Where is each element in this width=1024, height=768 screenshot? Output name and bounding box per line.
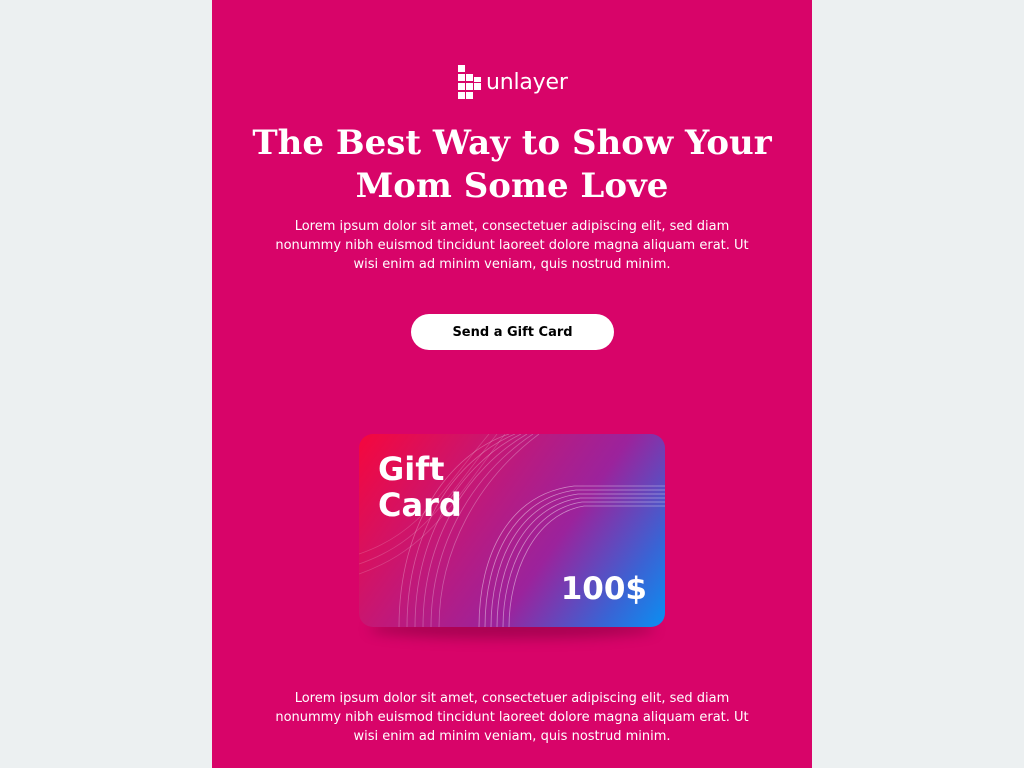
intro-text: Lorem ipsum dolor sit amet, consectetuer… [275,219,749,272]
footer-text: Lorem ipsum dolor sit amet, consectetuer… [275,691,749,744]
gift-card-title: Gift Card [378,450,462,524]
send-gift-card-button[interactable]: Send a Gift Card [411,314,614,350]
brand-logo[interactable]: unlayer [458,64,568,100]
email-container: unlayer The Best Way to Show Your Mom So… [212,0,812,768]
unlayer-grid-icon [458,65,481,99]
gift-card: Gift Card 100$ [359,434,665,627]
logo-text: unlayer [486,69,568,95]
page-title: The Best Way to Show Your Mom Some Love [252,123,772,206]
gift-card-image: Gift Card 100$ [359,434,665,639]
gift-card-amount: 100$ [560,571,647,607]
